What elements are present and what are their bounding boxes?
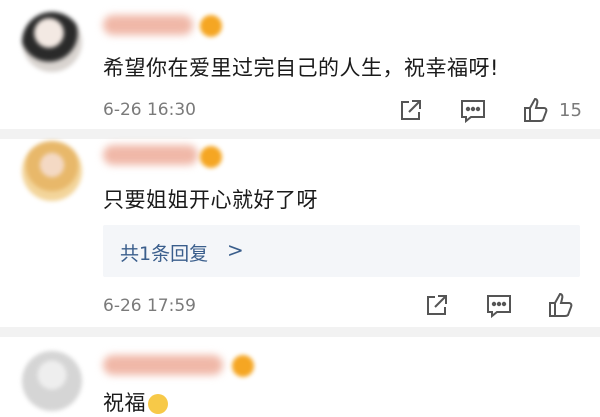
- comment-text-label: 祝福: [103, 391, 146, 415]
- comment-icon[interactable]: [484, 291, 514, 321]
- comment-item-1: 希望你在爱里过完自己的人生，祝幸福呀! 6-26 16:30 15: [0, 0, 600, 130]
- emoji-icon: [148, 394, 168, 414]
- chevron-right-icon: >: [227, 238, 244, 262]
- comment-text: 祝福: [103, 387, 168, 417]
- avatar[interactable]: [22, 12, 82, 72]
- avatar[interactable]: [22, 141, 82, 201]
- like-count: 15: [559, 100, 582, 121]
- username-blurred[interactable]: [103, 145, 198, 165]
- comment-time: 6-26 16:30: [103, 100, 196, 120]
- username-blurred[interactable]: [103, 355, 223, 375]
- separator: [0, 129, 600, 139]
- vip-badge-icon: [200, 15, 222, 37]
- comment-text: 只要姐姐开心就好了呀: [103, 188, 318, 212]
- replies-link[interactable]: 共1条回复 >: [103, 225, 580, 277]
- separator: [0, 327, 600, 337]
- avatar[interactable]: [22, 351, 82, 411]
- share-icon[interactable]: [395, 96, 425, 126]
- like-icon[interactable]: [521, 95, 551, 125]
- comment-text: 希望你在爱里过完自己的人生，祝幸福呀!: [103, 56, 499, 80]
- share-icon[interactable]: [421, 291, 451, 321]
- comment-time: 6-26 17:59: [103, 296, 196, 316]
- replies-link-label: 共1条回复: [120, 243, 209, 265]
- comment-item-3: 祝福: [0, 337, 600, 415]
- comment-icon[interactable]: [458, 96, 488, 126]
- like-icon[interactable]: [546, 290, 576, 320]
- vip-badge-icon: [232, 355, 254, 377]
- vip-badge-icon: [200, 146, 222, 168]
- username-blurred[interactable]: [103, 15, 193, 35]
